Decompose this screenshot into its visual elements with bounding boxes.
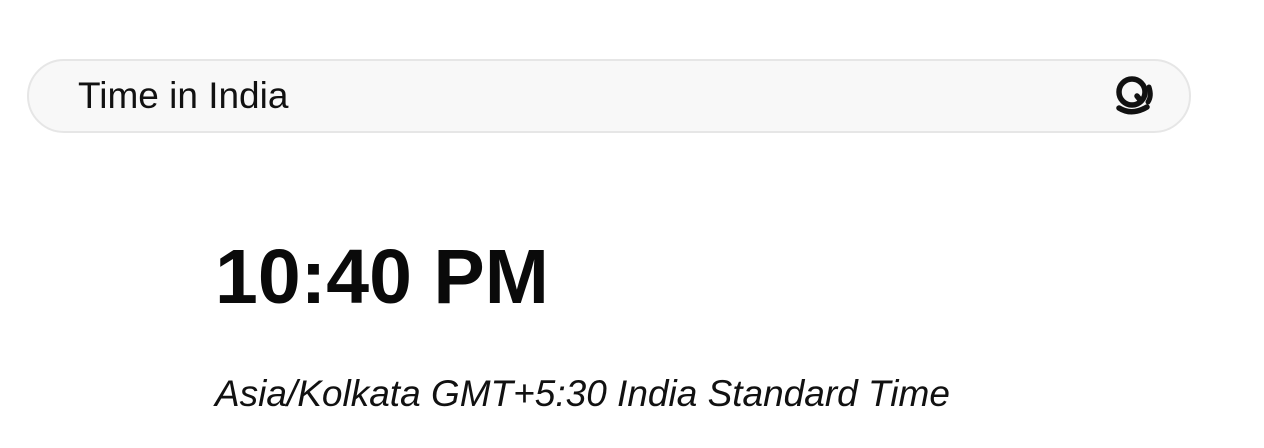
- search-input[interactable]: [78, 71, 1105, 121]
- search-icon: [1116, 76, 1153, 115]
- search-bar: [27, 59, 1191, 133]
- current-time: 10:40 PM: [215, 234, 549, 320]
- search-button[interactable]: [1105, 67, 1163, 125]
- page: 10:40 PM Asia/Kolkata GMT+5:30 India Sta…: [0, 0, 1264, 448]
- timezone-label: Asia/Kolkata GMT+5:30 India Standard Tim…: [215, 373, 950, 414]
